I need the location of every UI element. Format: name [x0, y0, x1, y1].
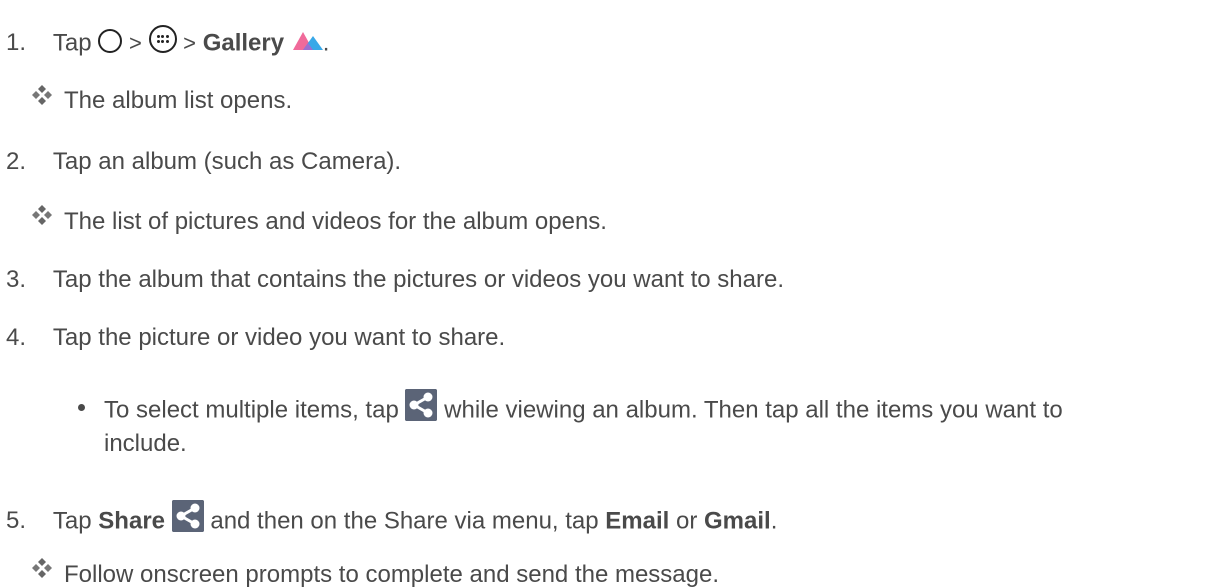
- result-text: Follow onscreen prompts to complete and …: [64, 561, 720, 588]
- result-text: The album list opens.: [64, 87, 293, 114]
- sub-bullet-text: while viewing an album. Then tap all the…: [444, 396, 1063, 424]
- share-label: Share: [98, 507, 165, 535]
- step-number: 5.: [6, 507, 27, 535]
- step-number: 3.: [6, 266, 27, 293]
- result-bullet-icon: [32, 205, 52, 225]
- period: .: [322, 29, 330, 57]
- sub-bullet-continuation: include.: [104, 430, 187, 457]
- step-1: 1. Tap > > Gallery .: [6, 25, 330, 58]
- separator: >: [183, 30, 197, 56]
- step-text: and then on the Share via menu, tap: [210, 507, 599, 535]
- sub-bullet-text: To select multiple items, tap: [104, 396, 399, 424]
- share-icon: [405, 389, 438, 421]
- apps-icon: [148, 25, 177, 53]
- gallery-icon: [292, 32, 323, 50]
- step-text: Tap an album (such as Camera).: [52, 148, 402, 175]
- gallery-label: Gallery: [202, 29, 285, 57]
- step-4: 4. Tap the picture or video you want to …: [6, 326, 505, 350]
- sub-bullet-line: To select multiple items, tap while view…: [104, 389, 1063, 427]
- email-label: Email: [605, 507, 670, 535]
- share-icon: [171, 500, 204, 532]
- step-text: Tap: [52, 29, 92, 57]
- step-number: 4.: [6, 324, 27, 351]
- step-number: 2.: [6, 148, 27, 175]
- step-text: or: [676, 507, 698, 535]
- step-number: 1.: [6, 29, 27, 57]
- period: .: [770, 507, 778, 535]
- step-3: 3. Tap the album that contains the pictu…: [6, 268, 784, 292]
- result-bullet-icon: [32, 558, 52, 578]
- result-text: The list of pictures and videos for the …: [64, 208, 607, 235]
- step-2: 2. Tap an album (such as Camera).: [6, 150, 401, 174]
- home-icon: [98, 29, 123, 53]
- list-bullet: [78, 404, 85, 411]
- step-text: Tap: [52, 507, 92, 535]
- step-5: 5. Tap Share and then on the Share via m…: [6, 500, 778, 538]
- gmail-label: Gmail: [704, 507, 771, 535]
- step-text: Tap the album that contains the pictures…: [52, 266, 785, 293]
- separator: >: [128, 30, 142, 56]
- result-bullet-icon: [32, 85, 52, 105]
- step-text: Tap the picture or video you want to sha…: [52, 324, 506, 351]
